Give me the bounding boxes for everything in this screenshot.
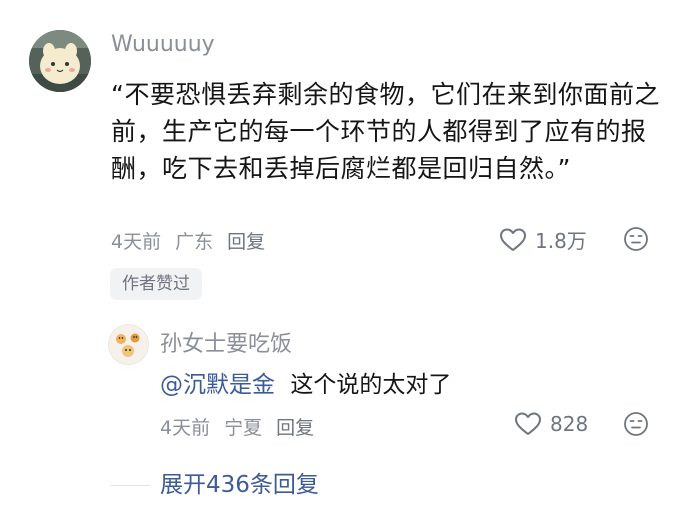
comment-like-count: 1.8万 — [535, 229, 587, 253]
comment-text: “不要恐惧丢弃剩余的食物，它们在来到你面前之前，生产它的每一个环节的人都得到了应… — [111, 80, 660, 183]
reply-dislike-button[interactable] — [623, 411, 649, 437]
comment-meta: 4天前 广东 回复 — [111, 227, 265, 254]
reply-like-count: 828 — [550, 412, 589, 436]
comment-username[interactable]: Wuuuuuy — [111, 32, 215, 57]
avatar-image-icon — [29, 30, 91, 92]
reply-meta: 4天前 宁夏 回复 — [160, 413, 314, 440]
dislike-face-icon — [624, 412, 648, 436]
reply-avatar[interactable] — [108, 324, 149, 365]
reply-text: @沉默是金 这个说的太对了 — [160, 368, 451, 402]
expand-divider — [110, 485, 150, 486]
avatar[interactable] — [29, 30, 91, 92]
expand-replies-button[interactable]: 展开436条回复 — [160, 469, 319, 501]
reply-time: 4天前 — [160, 417, 211, 439]
avatar-image-icon — [109, 325, 148, 364]
comment-like-button[interactable]: 1.8万 — [499, 225, 587, 254]
comment-time: 4天前 — [111, 231, 162, 253]
author-liked-badge: 作者赞过 — [110, 268, 202, 300]
comment-dislike-button[interactable] — [623, 226, 649, 252]
reply-username[interactable]: 孙女士要吃饭 — [160, 326, 292, 358]
reply-reply-button[interactable]: 回复 — [276, 413, 314, 440]
reply-text-content: 这个说的太对了 — [290, 372, 452, 398]
reply-location: 宁夏 — [224, 417, 263, 439]
comment-location: 广东 — [175, 231, 214, 253]
heart-outline-icon — [515, 412, 541, 435]
heart-outline-icon — [500, 228, 526, 251]
reply-mention-link[interactable]: @沉默是金 — [160, 372, 275, 398]
dislike-face-icon — [624, 227, 648, 251]
reply-like-button[interactable]: 828 — [514, 411, 588, 437]
comment-reply-button[interactable]: 回复 — [227, 227, 265, 254]
